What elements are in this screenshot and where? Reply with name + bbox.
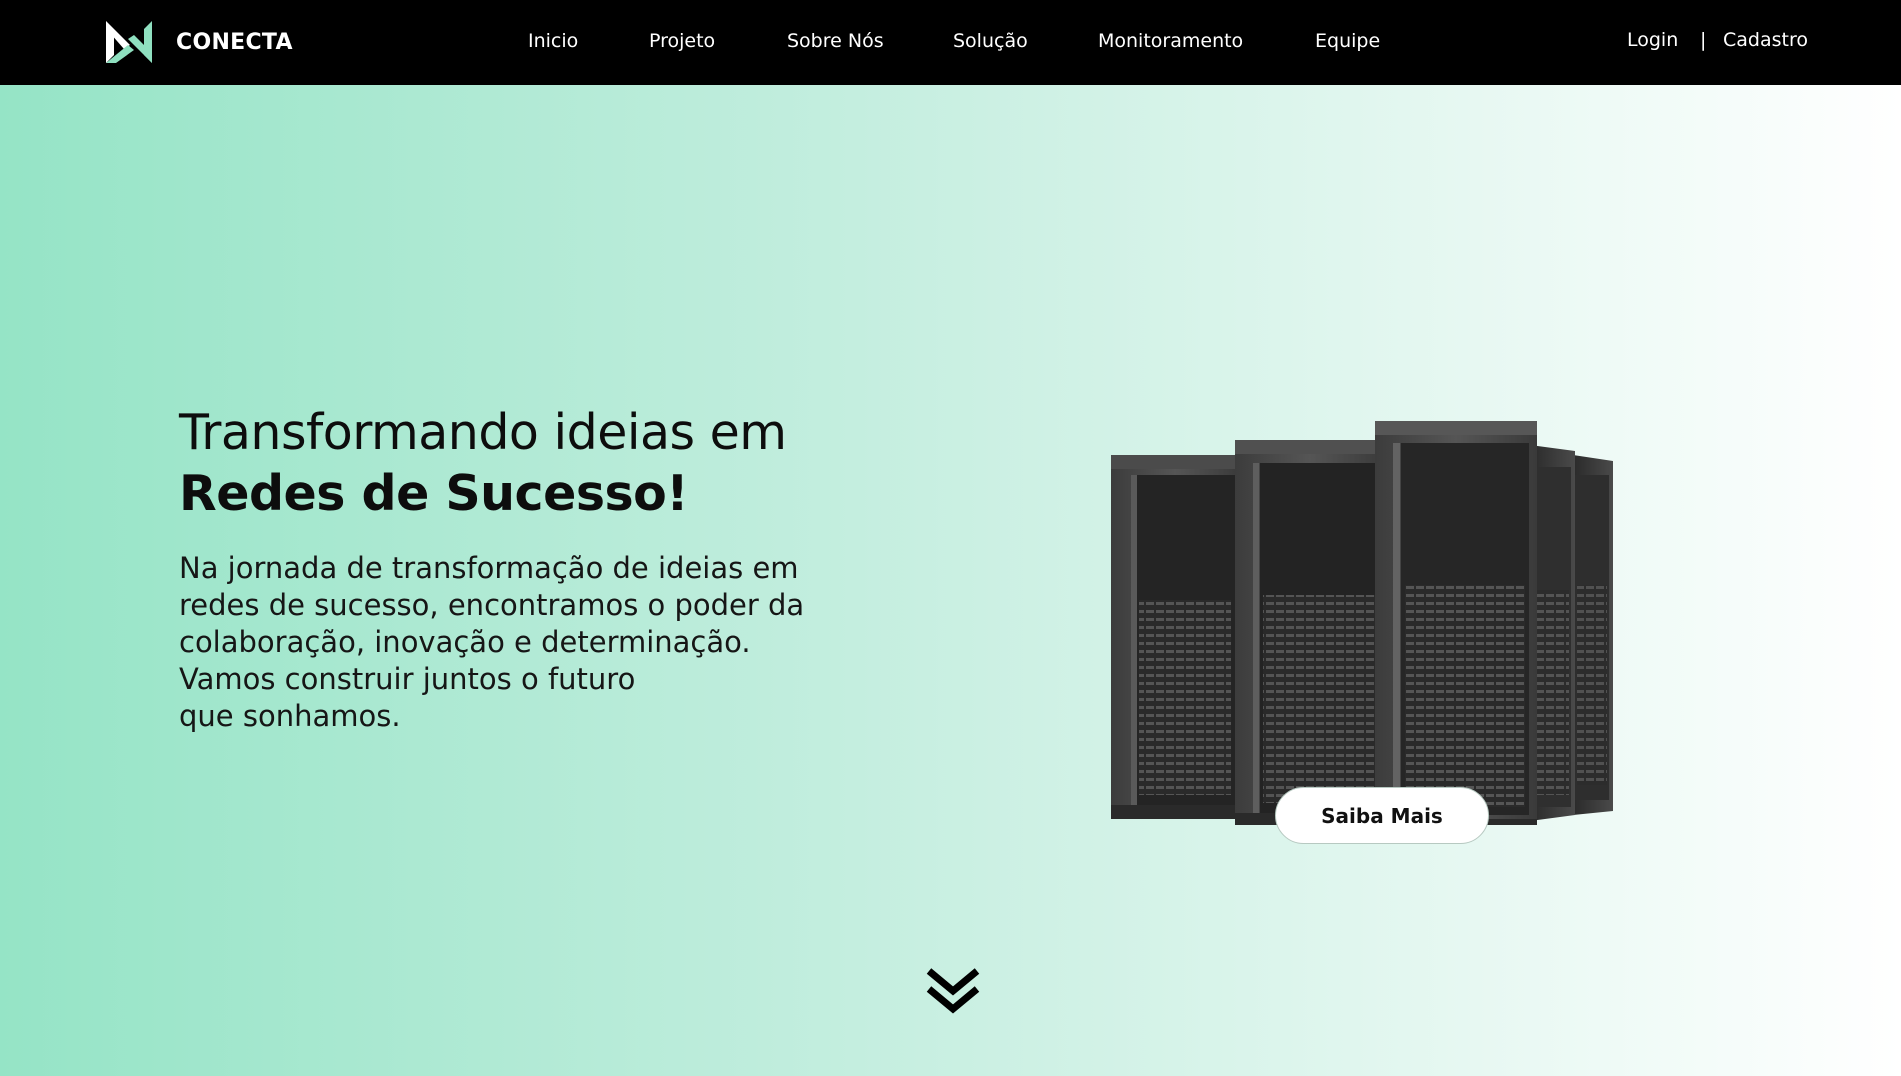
auth-separator: | [1700, 29, 1707, 51]
hero-headline: Transformando ideias em Redes de Sucesso… [179, 403, 787, 525]
description-line-4: Vamos construir juntos o futuro [179, 662, 636, 696]
hero-section: Transformando ideias em Redes de Sucesso… [0, 85, 1901, 1076]
description-line-3: colaboração, inovação e determinação. [179, 625, 751, 659]
server-racks-illustration [1111, 421, 1613, 825]
headline-line-2: Redes de Sucesso! [179, 465, 689, 522]
headline-line-1: Transformando ideias em [179, 404, 787, 461]
description-line-2: redes de sucesso, encontramos o poder da [179, 588, 805, 622]
hero-description: Na jornada de transformação de ideias em… [179, 550, 839, 735]
description-line-5: que sonhamos. [179, 699, 401, 733]
auth-links: Login | Cadastro [0, 29, 1901, 55]
signup-link[interactable]: Cadastro [1723, 29, 1808, 51]
login-link[interactable]: Login [1627, 29, 1678, 51]
top-navbar: CONECTA Inicio Projeto Sobre Nós Solução… [0, 0, 1901, 85]
description-line-1: Na jornada de transformação de ideias em [179, 551, 799, 585]
saiba-mais-button[interactable]: Saiba Mais [1275, 787, 1489, 844]
double-chevron-down-icon[interactable] [926, 965, 980, 1019]
